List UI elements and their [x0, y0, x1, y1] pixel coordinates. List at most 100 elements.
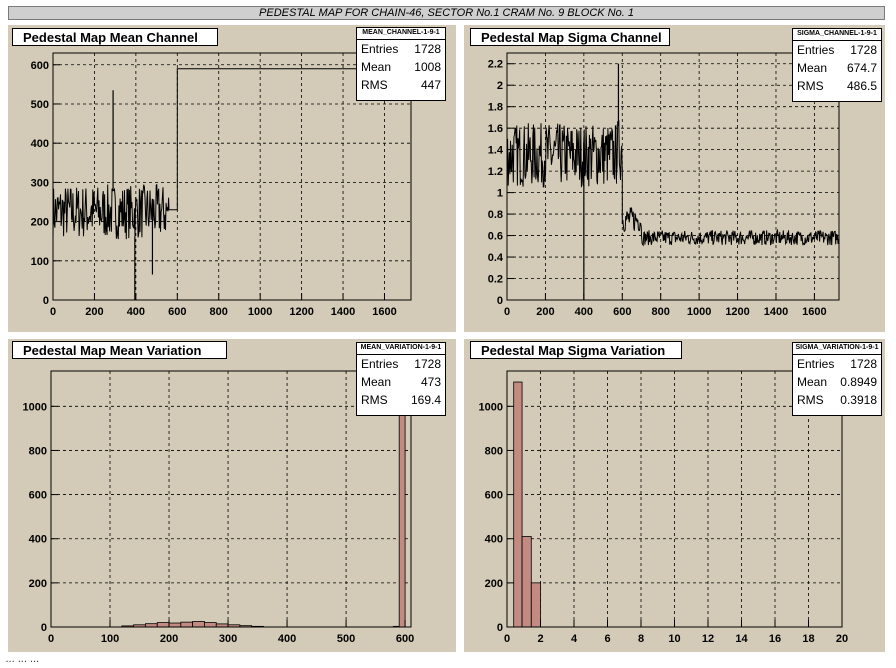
y-tick-label: 600 [485, 490, 503, 502]
x-tick-label: 600 [168, 306, 186, 318]
stats-mean-label: Mean [797, 61, 828, 75]
stats-entries-label: Entries [797, 357, 835, 371]
y-tick-label: 1000 [23, 401, 47, 413]
sigma-channel-stats-box: SIGMA_CHANNEL-1-9-1 Entries 1728 Mean 674.… [792, 28, 882, 102]
y-tick-label: 400 [485, 534, 503, 546]
y-tick-label: 0 [497, 622, 503, 634]
y-tick-label: 1.6 [488, 123, 503, 135]
x-tick-label: 600 [613, 306, 631, 318]
x-tick-label: 800 [210, 306, 228, 318]
stats-rms-label: RMS [797, 79, 824, 93]
histogram-bar [204, 622, 217, 628]
stats-entries-value: 1728 [850, 357, 877, 371]
pad-mean-channel: 0 200 400 600 800 1000 1200 1400 1600 0 100 200 300 4… [8, 25, 456, 332]
x-tick-label: 4 [571, 633, 578, 645]
stats-entries-value: 1728 [850, 43, 877, 57]
plot-frame [506, 52, 840, 301]
histogram-bar [156, 622, 170, 628]
x-tick-label: 800 [652, 306, 670, 318]
histogram-bar [180, 621, 194, 628]
data-series-line [506, 120, 840, 247]
y-tick-label: 400 [29, 534, 47, 546]
x-tick-label: 0 [504, 633, 510, 645]
pad-sigma-variation: 0 2 4 6 8 10 12 14 16 18 20 0 200 400 600 800 1000 Pedes… [464, 339, 885, 652]
y-tick-label: 1000 [479, 401, 503, 413]
y-tick-label: 400 [31, 138, 49, 150]
x-tick-label: 18 [802, 633, 814, 645]
y-tick-label: 300 [31, 177, 49, 189]
stats-rms-value: 486.5 [846, 79, 877, 93]
stats-entries-value: 1728 [414, 42, 441, 56]
stats-mean-value: 473 [420, 375, 441, 389]
sigma-channel-title: Pedestal Map Sigma Channel [470, 28, 670, 46]
y-tick-label: 0 [497, 295, 503, 307]
y-tick-label: 0.4 [488, 252, 504, 264]
y-tick-label: 1.4 [488, 145, 504, 157]
y-tick-label: 0.6 [488, 231, 503, 243]
y-tick-label: 800 [485, 445, 503, 457]
stats-mean-value: 1008 [414, 60, 441, 74]
histogram-bar [168, 622, 182, 628]
y-tick-label: 1.2 [488, 166, 503, 178]
x-tick-label: 1400 [764, 306, 788, 318]
x-tick-label: 400 [278, 633, 296, 645]
stats-entries-label: Entries [361, 357, 399, 371]
pad-mean-variation: 0 100 200 300 400 500 600 0 200 400 600 800 1000 Ped… [8, 339, 456, 652]
y-tick-label: 800 [29, 445, 47, 457]
x-tick-label: 8 [638, 633, 644, 645]
histogram-bar [521, 536, 532, 628]
x-tick-label: 200 [85, 306, 103, 318]
footer-text: ... ... ... [6, 653, 40, 665]
stats-rms-label: RMS [361, 393, 388, 407]
mean-channel-title: Pedestal Map Mean Channel [12, 28, 218, 46]
y-tick-label: 0 [43, 295, 49, 307]
x-tick-label: 400 [575, 306, 593, 318]
y-tick-label: 0 [41, 622, 47, 634]
stats-name: SIGMA_VARIATION-1-9-1 [793, 343, 881, 355]
stats-name: MEAN_CHANNEL-1-9-1 [357, 28, 445, 40]
mean-variation-stats-box: MEAN_VARIATION-1-9-1 Entries 1728 Mean 473… [356, 342, 446, 416]
x-tick-label: 1000 [248, 306, 272, 318]
stats-name: SIGMA_CHANNEL-1-9-1 [793, 29, 881, 41]
stats-rms-label: RMS [797, 393, 824, 407]
x-tick-label: 0 [50, 306, 56, 318]
x-tick-label: 300 [219, 633, 237, 645]
x-tick-label: 1200 [725, 306, 749, 318]
x-tick-label: 1600 [372, 306, 396, 318]
y-tick-label: 2.2 [488, 59, 503, 71]
y-tick-label: 500 [31, 99, 49, 111]
stats-rms-label: RMS [361, 78, 388, 92]
x-tick-label: 200 [160, 633, 178, 645]
x-tick-label: 600 [396, 633, 414, 645]
stats-name: MEAN_VARIATION-1-9-1 [357, 343, 445, 355]
y-tick-label: 2 [497, 80, 503, 92]
mean-variation-title: Pedestal Map Mean Variation [12, 341, 227, 359]
histogram-bar [513, 381, 523, 628]
y-tick-label: 200 [31, 217, 49, 229]
stats-entries-value: 1728 [414, 357, 441, 371]
canvas-title-banner: PEDESTAL MAP FOR CHAIN-46, SECTOR No.1 C… [8, 6, 885, 20]
sigma-variation-title: Pedestal Map Sigma Variation [470, 341, 682, 359]
stats-mean-label: Mean [361, 60, 392, 74]
x-tick-label: 1000 [687, 306, 711, 318]
x-tick-label: 400 [127, 306, 145, 318]
y-tick-label: 0.8 [488, 209, 503, 221]
x-tick-label: 100 [101, 633, 119, 645]
y-tick-label: 600 [31, 60, 49, 72]
sigma-variation-stats-box: SIGMA_VARIATION-1-9-1 Entries 1728 Mean 0.… [792, 342, 882, 416]
x-tick-label: 0 [504, 306, 510, 318]
x-tick-label: 20 [836, 633, 848, 645]
x-tick-label: 6 [604, 633, 610, 645]
y-tick-label: 200 [29, 578, 47, 590]
x-tick-label: 0 [48, 633, 54, 645]
x-tick-label: 14 [735, 633, 748, 645]
y-tick-label: 1.8 [488, 102, 503, 114]
x-tick-label: 1600 [802, 306, 826, 318]
stats-mean-label: Mean [361, 375, 392, 389]
mean-channel-stats-box: MEAN_CHANNEL-1-9-1 Entries 1728 Mean 1008 … [356, 27, 446, 101]
stats-rms-value: 169.4 [410, 393, 441, 407]
stats-entries-label: Entries [797, 43, 835, 57]
x-tick-label: 1400 [331, 306, 355, 318]
stats-entries-label: Entries [361, 42, 399, 56]
y-tick-label: 200 [485, 578, 503, 590]
